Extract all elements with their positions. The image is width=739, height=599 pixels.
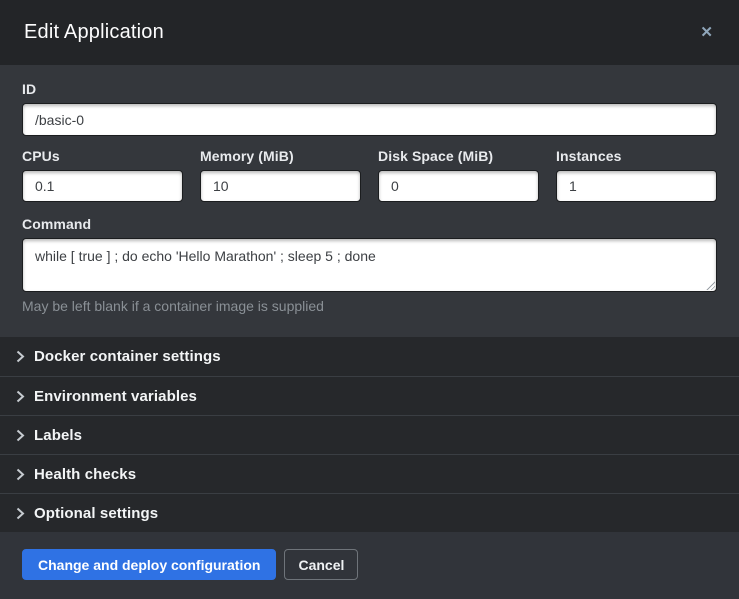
chevron-right-icon	[16, 507, 25, 520]
page-title: Edit Application	[24, 21, 164, 44]
command-help-text: May be left blank if a container image i…	[22, 298, 717, 314]
disk-space-label: Disk Space (MiB)	[378, 148, 539, 164]
memory-field-group: Memory (MiB)	[200, 148, 361, 202]
chevron-right-icon	[16, 468, 25, 481]
section-label: Optional settings	[34, 505, 158, 522]
chevron-right-icon	[16, 350, 25, 363]
memory-label: Memory (MiB)	[200, 148, 361, 164]
section-labels[interactable]: Labels	[0, 415, 739, 454]
section-health-checks[interactable]: Health checks	[0, 454, 739, 493]
instances-input[interactable]	[556, 170, 717, 202]
chevron-right-icon	[16, 390, 25, 403]
section-label: Labels	[34, 427, 82, 444]
id-label: ID	[22, 81, 717, 97]
cpus-field-group: CPUs	[22, 148, 183, 202]
chevron-right-icon	[16, 429, 25, 442]
section-optional-settings[interactable]: Optional settings	[0, 493, 739, 532]
resources-row: CPUs Memory (MiB) Disk Space (MiB) Insta…	[22, 148, 717, 202]
modal-footer: Change and deploy configuration Cancel	[0, 532, 739, 599]
command-textarea[interactable]: while [ true ] ; do echo 'Hello Marathon…	[22, 238, 717, 292]
command-textarea-wrap: while [ true ] ; do echo 'Hello Marathon…	[22, 238, 717, 292]
modal-header: Edit Application ✕	[0, 0, 739, 65]
close-icon[interactable]: ✕	[694, 21, 719, 44]
instances-field-group: Instances	[556, 148, 717, 202]
section-label: Health checks	[34, 466, 136, 483]
command-field-group: Command while [ true ] ; do echo 'Hello …	[22, 216, 717, 314]
collapsible-sections: Docker container settings Environment va…	[0, 337, 739, 532]
cpus-label: CPUs	[22, 148, 183, 164]
id-input[interactable]	[22, 103, 717, 136]
command-label: Command	[22, 216, 717, 232]
section-label: Docker container settings	[34, 348, 221, 365]
change-and-deploy-button[interactable]: Change and deploy configuration	[22, 549, 276, 580]
instances-label: Instances	[556, 148, 717, 164]
disk-space-input[interactable]	[378, 170, 539, 202]
section-environment-variables[interactable]: Environment variables	[0, 376, 739, 415]
section-docker-container-settings[interactable]: Docker container settings	[0, 337, 739, 376]
disk-space-field-group: Disk Space (MiB)	[378, 148, 539, 202]
application-form: ID CPUs Memory (MiB) Disk Space (MiB) In…	[0, 65, 739, 337]
cpus-input[interactable]	[22, 170, 183, 202]
cancel-button[interactable]: Cancel	[284, 549, 358, 580]
memory-input[interactable]	[200, 170, 361, 202]
edit-application-modal: Edit Application ✕ ID CPUs Memory (MiB) …	[0, 0, 739, 599]
section-label: Environment variables	[34, 388, 197, 405]
id-field-group: ID	[22, 81, 717, 136]
